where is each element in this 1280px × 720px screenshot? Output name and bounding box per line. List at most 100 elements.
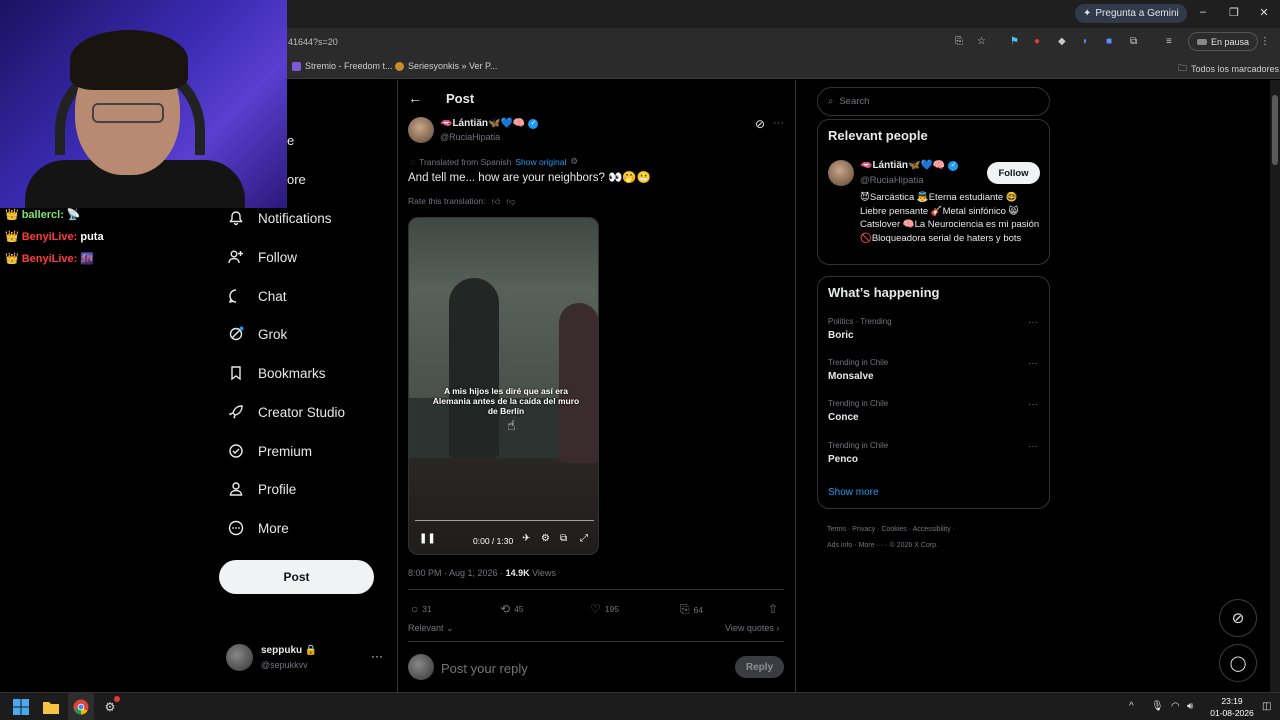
nav-grok[interactable]: Grok (228, 322, 287, 346)
author-name-row[interactable]: 🫦Lántiän🦋💙🧠 ✓ (440, 118, 539, 129)
nav-follow[interactable]: Follow (228, 245, 297, 269)
share-action[interactable]: ⇧ (768, 602, 778, 616)
nav-profile[interactable]: Profile (228, 477, 296, 501)
trend-more-icon[interactable]: ··· (1028, 317, 1038, 328)
nav-more[interactable]: More (228, 516, 289, 540)
view-quotes-link[interactable]: View quotes › (725, 623, 779, 633)
system-clock[interactable]: 23:19 01-08-2026 (1207, 695, 1257, 719)
panel-title: What’s happening (828, 285, 940, 300)
thumbs-up-icon[interactable]: 👍︎ (491, 196, 500, 207)
extension-icon-5[interactable]: ■ (1106, 36, 1112, 47)
person-icon (228, 481, 244, 497)
video-player[interactable]: A mis hijos les diré que así era Alemani… (408, 217, 599, 555)
search-input[interactable]: ⌕ Search (817, 87, 1050, 116)
bookmark-star-icon[interactable]: ☆ (977, 36, 986, 47)
file-explorer-icon[interactable] (42, 698, 60, 716)
volume-icon[interactable]: 🔊︎ (1187, 701, 1193, 712)
wifi-icon[interactable]: ◠ (1171, 701, 1180, 712)
avatar (408, 654, 434, 680)
nav-chat[interactable]: Chat (228, 284, 287, 308)
nav-notifications[interactable]: Notifications (228, 206, 332, 230)
account-switcher[interactable]: seppuku 🔒 @sepukkvv ··· (226, 643, 386, 673)
person-name-row[interactable]: 🫦Lántiän🦋💙🧠 ✓ (860, 160, 959, 171)
extension-icon-1[interactable]: ⚑ (1010, 36, 1019, 47)
reply-button[interactable]: Reply (735, 656, 784, 678)
grok-floating-button[interactable]: ⊘ (1219, 599, 1257, 637)
video-settings-icon[interactable]: ⚙ (541, 533, 550, 544)
grok-explain-icon[interactable]: ⊘ (755, 117, 765, 131)
reply-icon: ○ (411, 602, 419, 616)
panel-title: Relevant people (828, 128, 928, 143)
profile-paused-pill[interactable]: En pausa (1188, 32, 1259, 51)
reply-action[interactable]: ○ 31 (411, 602, 432, 616)
clock-time: 23:19 (1221, 696, 1243, 706)
streamer-glasses (92, 103, 164, 123)
reply-sort-dropdown[interactable]: Relevant ⌄ (408, 623, 454, 634)
browser-menu-icon[interactable]: ⋮ (1260, 36, 1270, 47)
back-arrow-icon[interactable]: ← (408, 90, 422, 106)
nav-label: Bookmarks (258, 365, 326, 381)
minimize-icon[interactable]: – (1196, 6, 1210, 18)
bookmark-action[interactable]: ⎘ 64 (680, 602, 703, 617)
extension-icon-2[interactable]: ● (1034, 36, 1040, 47)
reading-list-icon[interactable]: ≡ (1166, 36, 1172, 47)
trend-item[interactable]: Trending in Chile Monsalve ··· (828, 358, 1038, 388)
close-window-icon[interactable]: ✕ (1257, 6, 1271, 19)
extension-icon-4[interactable]: ◗ (1082, 36, 1088, 47)
trend-item[interactable]: Politics · Trending Boric ··· (828, 317, 1038, 347)
author-handle[interactable]: @RuciaHipatia (440, 132, 500, 142)
trend-more-icon[interactable]: ··· (1028, 399, 1038, 410)
trend-item[interactable]: Trending in Chile Conce ··· (828, 399, 1038, 429)
account-more-icon[interactable]: ··· (371, 649, 383, 663)
install-app-icon[interactable]: ⎘ (955, 36, 963, 47)
repost-action[interactable]: ⟲ 45 (500, 602, 524, 616)
person-handle[interactable]: @RuciaHipatia (860, 175, 924, 186)
bookmark-seriesyonkis[interactable]: Seriesyonkis » Ver P... (395, 61, 497, 71)
trend-item[interactable]: Trending in Chile Penco ··· (828, 441, 1038, 471)
follow-button[interactable]: Follow (987, 162, 1040, 184)
show-more-link[interactable]: Show more (828, 487, 879, 498)
all-bookmarks[interactable]: 🗀 Todos los marcadores (1178, 61, 1279, 77)
tray-expand-icon[interactable]: ^ (1129, 701, 1134, 712)
repost-icon: ⟲ (500, 602, 511, 616)
footer-links[interactable]: Terms · Privacy · Cookies · Accessibilit… (827, 522, 1027, 554)
trend-more-icon[interactable]: ··· (1028, 441, 1038, 452)
stremio-icon (292, 61, 301, 71)
extension-icon-3[interactable]: ◆ (1058, 36, 1066, 47)
video-progress-bar[interactable] (415, 520, 594, 521)
bookmark-stremio[interactable]: Stremio - Freedom t... (292, 61, 393, 71)
gemini-button[interactable]: ✦ Pregunta a Gemini (1075, 4, 1187, 23)
restore-icon[interactable]: ❐ (1227, 6, 1241, 19)
thumbs-down-icon[interactable]: 👎︎ (506, 196, 515, 207)
notifications-icon[interactable]: ◫ (1262, 701, 1271, 712)
nav-creator-studio[interactable]: Creator Studio (228, 400, 345, 424)
picture-in-picture-icon[interactable]: ⧉ (560, 533, 567, 544)
settings-icon[interactable]: ⚙ (570, 156, 578, 167)
extensions-puzzle-icon[interactable]: ⧉ (1130, 36, 1137, 47)
mute-icon[interactable]: ✈ (522, 533, 530, 544)
reply-input[interactable] (441, 659, 721, 677)
trend-more-icon[interactable]: ··· (1028, 358, 1038, 369)
windows-start-icon[interactable] (12, 698, 30, 716)
show-original-link[interactable]: Show original (515, 157, 566, 167)
author-avatar[interactable] (408, 117, 434, 143)
fullscreen-icon[interactable]: ⤢ (580, 533, 588, 544)
compose-post-button[interactable]: Post (219, 560, 374, 594)
pause-icon[interactable]: ❚❚ (419, 533, 436, 544)
microphone-icon[interactable]: 🎙︎ (1151, 701, 1164, 712)
page-scrollbar[interactable] (1270, 80, 1280, 692)
scrollbar-thumb[interactable] (1272, 95, 1278, 165)
clock-date: 01-08-2026 (1210, 708, 1254, 718)
nav-partial-explore[interactable]: ore (287, 172, 306, 187)
footer-line: Terms · Privacy · Cookies · Accessibilit… (827, 526, 955, 533)
address-bar[interactable]: 41644?s=20 (280, 31, 980, 52)
avatar[interactable] (828, 160, 854, 186)
chrome-icon[interactable] (72, 698, 90, 716)
messages-floating-button[interactable]: ◯ (1219, 644, 1257, 682)
post-more-icon[interactable]: ··· (773, 117, 784, 129)
like-action[interactable]: ♡ 195 (590, 602, 619, 616)
mouse-cursor-icon: ☝ (507, 417, 516, 433)
nav-bookmarks[interactable]: Bookmarks (228, 361, 326, 385)
nav-premium[interactable]: Premium (228, 439, 312, 463)
nav-partial-home[interactable]: e (287, 133, 294, 148)
